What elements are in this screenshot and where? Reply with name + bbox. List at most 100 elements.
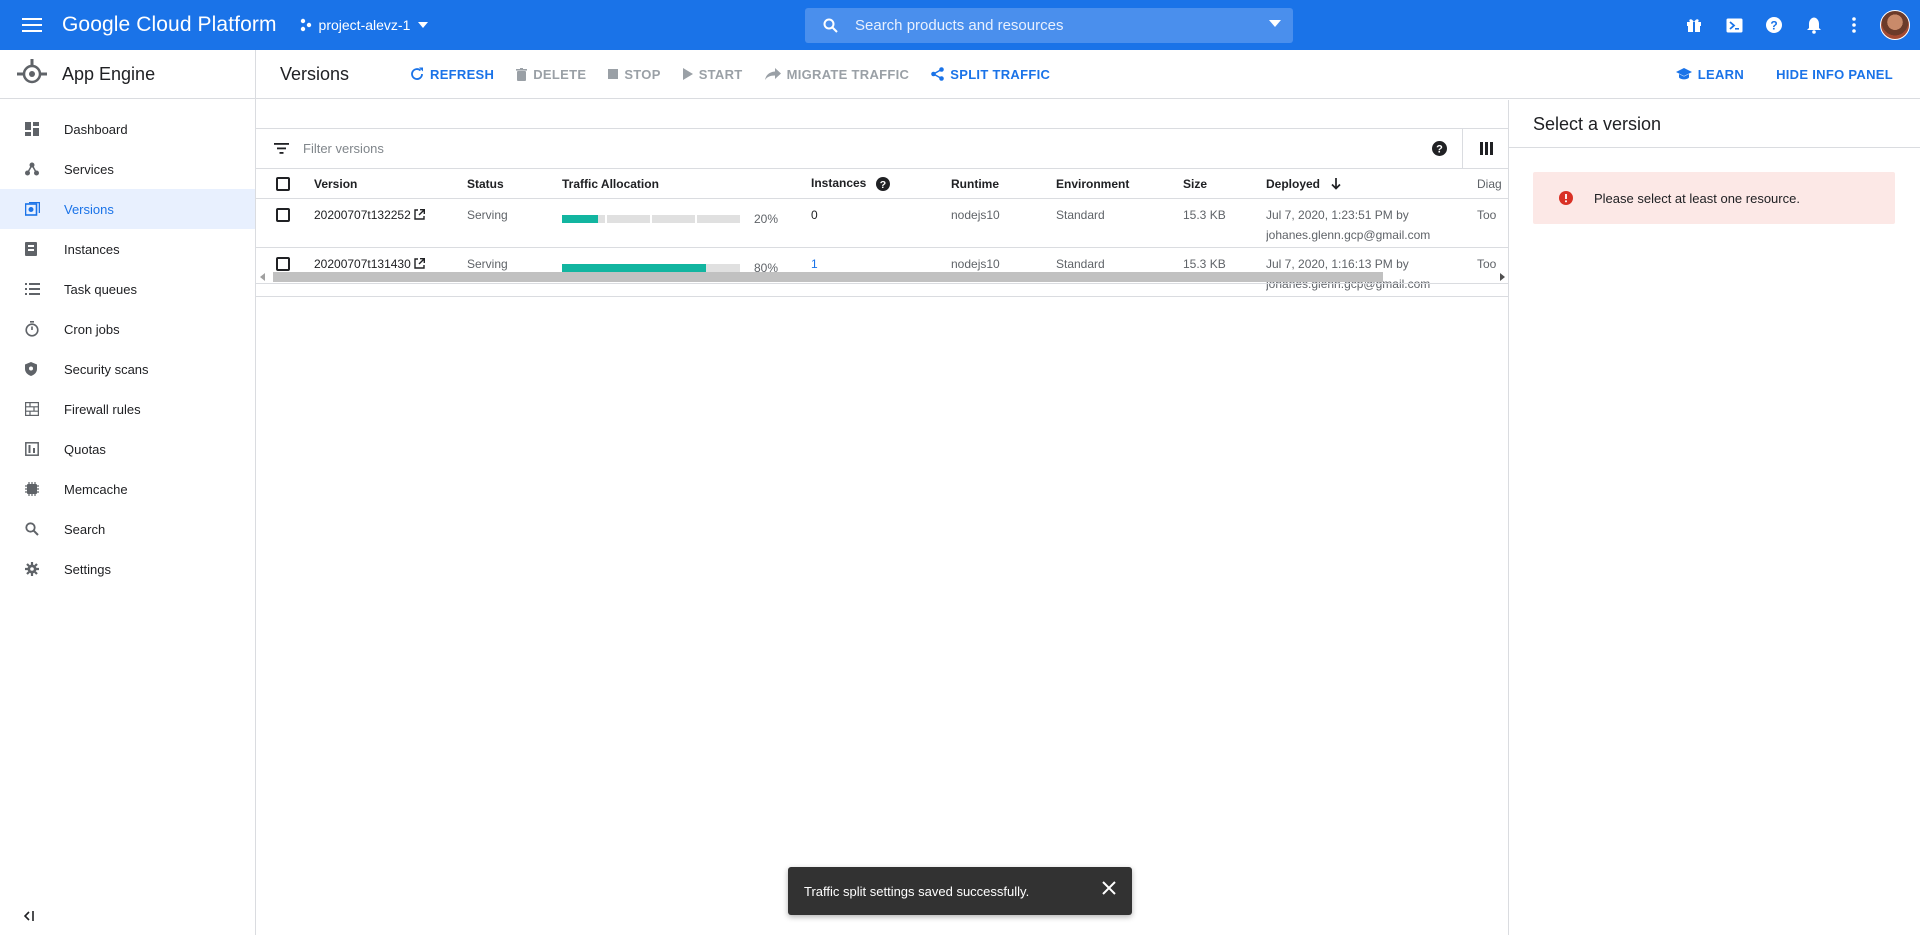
row-select-cell <box>256 198 314 248</box>
close-icon[interactable] <box>1102 881 1116 895</box>
info-panel: Select a version Please select at least … <box>1508 100 1920 935</box>
forward-arrow-icon <box>764 68 787 80</box>
status-cell: Serving <box>467 198 562 248</box>
column-header-deployed[interactable]: Deployed <box>1266 177 1320 191</box>
sidebar-header: App Engine <box>0 50 255 99</box>
error-alert: Please select at least one resource. <box>1533 172 1895 224</box>
help-icon[interactable]: ? <box>1416 129 1462 169</box>
column-header-status[interactable]: Status <box>467 170 562 199</box>
header-right-actions: LEARN HIDE INFO PANEL <box>1644 67 1893 82</box>
brand-title[interactable]: Google Cloud Platform <box>62 13 277 37</box>
traffic-bar-fill <box>562 214 598 223</box>
error-icon <box>1559 191 1573 205</box>
sidebar-item-label: Settings <box>64 561 111 577</box>
quota-icon <box>0 442 64 456</box>
sidebar-item-memcache[interactable]: Memcache <box>0 469 255 509</box>
instances-icon <box>0 242 64 256</box>
sidebar-item-versions[interactable]: Versions <box>0 189 255 229</box>
sidebar-item-search[interactable]: Search <box>0 509 255 549</box>
refresh-button[interactable]: REFRESH <box>410 67 494 82</box>
sidebar-item-services[interactable]: Services <box>0 149 255 189</box>
timer-icon <box>0 321 64 337</box>
svg-text:?: ? <box>879 179 885 191</box>
select-all-checkbox[interactable] <box>276 176 290 191</box>
shield-icon <box>0 362 64 376</box>
notifications-icon[interactable] <box>1794 5 1834 45</box>
search-input[interactable]: Search products and resources <box>855 17 1063 34</box>
delete-button[interactable]: DELETE <box>516 67 586 82</box>
gift-icon[interactable] <box>1674 5 1714 45</box>
sidebar-item-label: Cron jobs <box>64 321 120 337</box>
avatar[interactable] <box>1880 10 1910 40</box>
column-header-version[interactable]: Version <box>314 170 467 199</box>
firewall-icon <box>0 402 64 416</box>
split-icon <box>931 67 950 81</box>
sidebar-item-firewall-rules[interactable]: Firewall rules <box>0 389 255 429</box>
column-display-icon[interactable] <box>1463 129 1509 169</box>
start-button[interactable]: START <box>682 67 743 82</box>
list-icon <box>0 283 64 295</box>
sidebar-item-label: Instances <box>64 241 120 257</box>
menu-icon[interactable] <box>16 9 48 41</box>
sidebar-item-quotas[interactable]: Quotas <box>0 429 255 469</box>
column-header-traffic[interactable]: Traffic Allocation <box>562 170 811 199</box>
more-vert-icon[interactable] <box>1834 5 1874 45</box>
version-link[interactable]: 20200707t132252 <box>314 205 425 225</box>
search-icon <box>823 18 838 33</box>
app-engine-icon <box>16 58 48 90</box>
stop-button[interactable]: STOP <box>608 67 660 82</box>
column-header-deployed-cell: Deployed <box>1266 170 1477 199</box>
filter-bar-right: ? <box>1416 128 1509 169</box>
play-icon <box>682 68 699 80</box>
sidebar-item-task-queues[interactable]: Task queues <box>0 269 255 309</box>
cloud-shell-icon[interactable] <box>1714 5 1754 45</box>
sidebar-item-instances[interactable]: Instances <box>0 229 255 269</box>
collapse-sidebar-icon[interactable] <box>24 911 36 921</box>
horizontal-scrollbar[interactable] <box>256 269 1509 284</box>
learn-button[interactable]: LEARN <box>1675 67 1744 82</box>
scroll-left-icon[interactable] <box>260 273 265 281</box>
traffic-bar <box>562 214 742 223</box>
column-header-diagnose[interactable]: Diag <box>1477 170 1509 199</box>
svg-text:?: ? <box>1436 144 1443 156</box>
sidebar-item-label: Versions <box>64 201 114 217</box>
column-header-environment[interactable]: Environment <box>1056 170 1183 199</box>
hide-info-panel-button[interactable]: HIDE INFO PANEL <box>1776 67 1893 82</box>
page-header: Versions REFRESH DELETE STOP START MIGRA… <box>256 50 1920 99</box>
traffic-cell: 20% <box>562 198 811 248</box>
sidebar-item-settings[interactable]: Settings <box>0 549 255 589</box>
help-icon[interactable]: ? <box>875 177 890 192</box>
column-header-instances[interactable]: Instances <box>811 176 866 190</box>
diagnose-cell[interactable]: Too <box>1477 198 1509 248</box>
project-selector[interactable]: project-alevz-1 <box>299 0 429 50</box>
sort-arrow-down-icon[interactable] <box>1331 178 1341 190</box>
chevron-down-icon[interactable] <box>1269 20 1281 27</box>
sidebar-item-label: Dashboard <box>64 121 128 137</box>
split-traffic-button[interactable]: SPLIT TRAFFIC <box>931 67 1050 82</box>
top-right-actions: ? <box>1674 0 1910 50</box>
snackbar-message: Traffic split settings saved successfull… <box>804 883 1030 899</box>
sidebar: App Engine Dashboard Services Versions I… <box>0 50 256 935</box>
top-app-bar: Google Cloud Platform project-alevz-1 Se… <box>0 0 1920 50</box>
help-icon[interactable]: ? <box>1754 5 1794 45</box>
filter-icon[interactable] <box>274 143 289 154</box>
sidebar-item-dashboard[interactable]: Dashboard <box>0 109 255 149</box>
sidebar-nav: Dashboard Services Versions Instances Ta… <box>0 109 255 589</box>
search-bar[interactable]: Search products and resources <box>805 8 1293 43</box>
sidebar-item-cron-jobs[interactable]: Cron jobs <box>0 309 255 349</box>
project-name: project-alevz-1 <box>318 17 411 33</box>
column-header-size[interactable]: Size <box>1183 170 1266 199</box>
filter-input[interactable]: Filter versions <box>303 141 384 156</box>
sidebar-item-security-scans[interactable]: Security scans <box>0 349 255 389</box>
column-header-runtime[interactable]: Runtime <box>951 170 1056 199</box>
scrollbar-thumb[interactable] <box>273 272 1383 282</box>
row-checkbox[interactable] <box>276 207 290 222</box>
migrate-traffic-button[interactable]: MIGRATE TRAFFIC <box>764 67 910 82</box>
runtime-cell: nodejs10 <box>951 198 1056 248</box>
stop-icon <box>608 69 624 79</box>
select-all-cell <box>256 170 314 199</box>
project-dots-icon <box>299 18 313 32</box>
sidebar-item-label: Quotas <box>64 441 106 457</box>
gear-icon <box>0 562 64 576</box>
scroll-right-icon[interactable] <box>1500 273 1505 281</box>
